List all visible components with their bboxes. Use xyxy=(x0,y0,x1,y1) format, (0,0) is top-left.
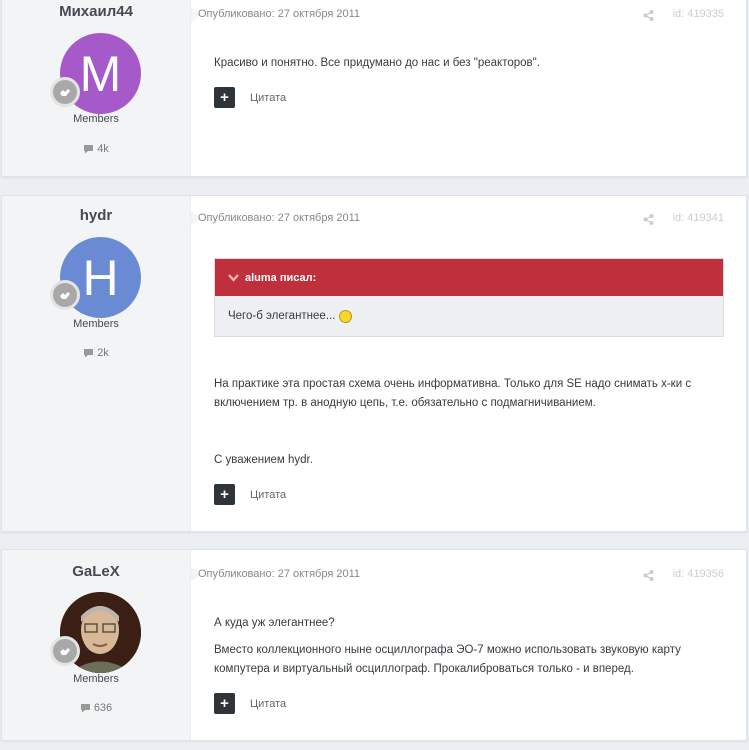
post-count: 4k xyxy=(2,143,190,155)
post: hydr H Members 2k Опубликовано: 27 октяб… xyxy=(1,195,747,532)
quote-button[interactable]: + Цитата xyxy=(214,87,286,108)
citation-text: Чего-б элегантнее... xyxy=(228,310,336,322)
post-text: А куда уж элегантнее? Вместо коллекционн… xyxy=(214,614,724,679)
post-date[interactable]: Опубликовано: 27 октября 2011 xyxy=(198,8,360,20)
quote-label[interactable]: Цитата xyxy=(250,698,286,710)
post-paragraph: На практике эта простая схема очень инфо… xyxy=(214,378,692,409)
author-name[interactable]: Михаил44 xyxy=(2,3,190,20)
post-paragraph: Красиво и понятно. Все придумано до нас … xyxy=(214,57,540,69)
chevron-down-icon[interactable] xyxy=(228,273,239,282)
post-count-value: 2k xyxy=(97,347,109,359)
post-count-value: 4k xyxy=(97,143,109,155)
quote-label[interactable]: Цитата xyxy=(250,489,286,501)
citation-author: aluma писал: xyxy=(245,271,317,284)
plus-icon[interactable]: + xyxy=(214,87,235,108)
author-panel: Михаил44 M Members 4k xyxy=(2,0,200,176)
post-date[interactable]: Опубликовано: 27 октября 2011 xyxy=(198,568,360,580)
avatar-letter: M xyxy=(79,45,122,102)
badge-icon xyxy=(50,77,80,107)
post-count: 2k xyxy=(2,347,190,359)
share-icon[interactable] xyxy=(643,214,654,225)
smiley-icon xyxy=(339,309,353,323)
post-date[interactable]: Опубликовано: 27 октября 2011 xyxy=(198,212,360,224)
quote-button[interactable]: + Цитата xyxy=(214,693,286,714)
comment-icon xyxy=(84,349,94,358)
author-name[interactable]: GaLeX xyxy=(2,563,190,580)
post-paragraph: А куда уж элегантнее? xyxy=(214,617,335,629)
post-id[interactable]: id: 419335 xyxy=(673,8,724,20)
post-id[interactable]: id: 419356 xyxy=(673,568,724,580)
member-group: Members xyxy=(73,673,119,685)
post-paragraph: С уважением hydr. xyxy=(214,454,313,466)
post: Михаил44 M Members 4k Опубликовано: 27 о… xyxy=(1,0,747,177)
post: GaLeX Members 636 Опубликовано: 27 октяб… xyxy=(1,549,747,741)
post-content: Опубликовано: 27 октября 2011 id: 419356… xyxy=(191,550,746,740)
quote-label[interactable]: Цитата xyxy=(250,92,286,104)
post-count-value: 636 xyxy=(93,702,113,714)
avatar-letter: H xyxy=(82,249,119,306)
post-id[interactable]: id: 419341 xyxy=(673,212,724,224)
badge-icon xyxy=(50,636,80,666)
post-text: Красиво и понятно. Все придумано до нас … xyxy=(214,54,724,73)
post-content: Опубликовано: 27 октября 2011 id: 419341… xyxy=(191,196,746,531)
author-panel: hydr H Members 2k xyxy=(2,196,200,531)
comment-icon xyxy=(80,704,90,713)
author-panel: GaLeX Members 636 xyxy=(2,550,200,740)
comment-icon xyxy=(84,145,94,154)
citation-body: Чего-б элегантнее... xyxy=(215,296,723,336)
member-group: Members xyxy=(73,113,119,125)
citation-block: aluma писал: Чего-б элегантнее... xyxy=(214,258,724,337)
badge-icon xyxy=(50,280,80,310)
post-content: Опубликовано: 27 октября 2011 id: 419335… xyxy=(191,0,746,176)
post-text: На практике эта простая схема очень инфо… xyxy=(214,375,724,470)
plus-icon[interactable]: + xyxy=(214,693,235,714)
post-count: 636 xyxy=(2,702,190,714)
plus-icon[interactable]: + xyxy=(214,484,235,505)
share-icon[interactable] xyxy=(643,570,654,581)
member-group: Members xyxy=(73,318,119,330)
author-name[interactable]: hydr xyxy=(2,207,190,224)
quote-button[interactable]: + Цитата xyxy=(214,484,286,505)
citation-header[interactable]: aluma писал: xyxy=(215,259,723,296)
share-icon[interactable] xyxy=(643,10,654,21)
post-paragraph: Вместо коллекционного ныне осциллографа … xyxy=(214,644,681,675)
